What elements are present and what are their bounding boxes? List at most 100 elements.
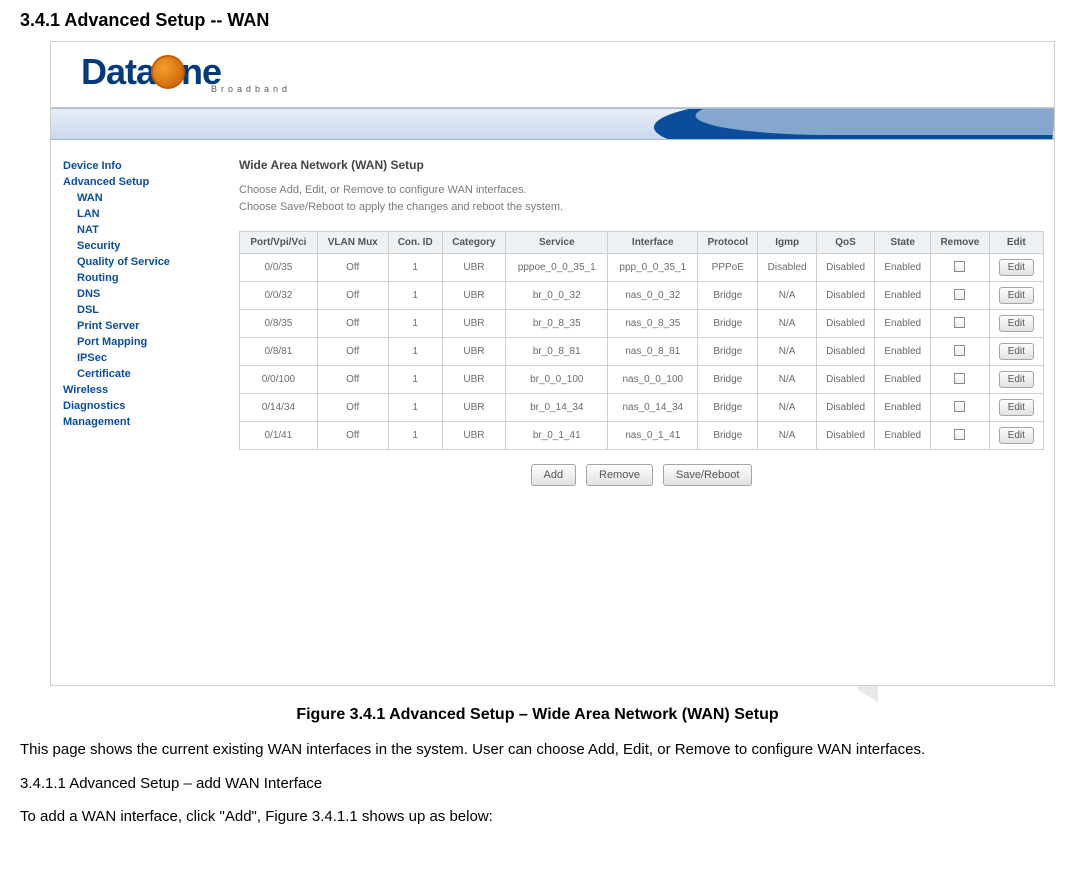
table-cell: Disabled [816,394,874,422]
edit-button[interactable]: Edit [999,287,1034,304]
sidebar-item-advanced-setup[interactable]: Advanced Setup [63,174,221,190]
remove-checkbox[interactable] [954,261,965,272]
table-cell: Enabled [875,394,931,422]
remove-checkbox-cell [931,338,989,366]
table-cell: N/A [758,338,816,366]
remove-checkbox[interactable] [954,317,965,328]
table-cell: 0/8/81 [240,338,318,366]
sidebar-item-lan[interactable]: LAN [63,206,221,222]
remove-checkbox-cell [931,254,989,282]
edit-button[interactable]: Edit [999,399,1034,416]
save-reboot-button[interactable]: Save/Reboot [663,464,753,486]
edit-button-cell: Edit [989,310,1043,338]
sidebar-item-quality-of-service[interactable]: Quality of Service [63,254,221,270]
table-cell: 0/0/32 [240,282,318,310]
column-header: VLAN Mux [317,232,388,254]
sidebar-item-dsl[interactable]: DSL [63,302,221,318]
banner: Data ne Broadband [51,42,1054,108]
remove-checkbox-cell [931,394,989,422]
edit-button-cell: Edit [989,338,1043,366]
sidebar-item-wireless[interactable]: Wireless [63,382,221,398]
table-cell: Bridge [698,310,758,338]
body-paragraph-2: 3.4.1.1 Advanced Setup – add WAN Interfa… [20,774,1055,794]
edit-button[interactable]: Edit [999,315,1034,332]
header-stripe [51,108,1054,140]
edit-button[interactable]: Edit [999,427,1034,444]
table-cell: Disabled [816,282,874,310]
column-header: Category [442,232,505,254]
column-header: QoS [816,232,874,254]
sidebar-item-wan[interactable]: WAN [63,190,221,206]
remove-checkbox[interactable] [954,429,965,440]
column-header: State [875,232,931,254]
table-cell: 1 [388,394,442,422]
sidebar-item-print-server[interactable]: Print Server [63,318,221,334]
edit-button[interactable]: Edit [999,371,1034,388]
sidebar: Device InfoAdvanced SetupWANLANNATSecuri… [51,158,221,486]
table-cell: Enabled [875,422,931,450]
column-header: Protocol [698,232,758,254]
table-cell: 1 [388,338,442,366]
sidebar-item-diagnostics[interactable]: Diagnostics [63,398,221,414]
logo-subtitle: Broadband [211,84,291,94]
column-header: Edit [989,232,1043,254]
remove-checkbox[interactable] [954,401,965,412]
table-cell: UBR [442,254,505,282]
table-cell: N/A [758,394,816,422]
column-header: Con. ID [388,232,442,254]
sidebar-item-dns[interactable]: DNS [63,286,221,302]
table-cell: N/A [758,282,816,310]
sidebar-item-routing[interactable]: Routing [63,270,221,286]
edit-button[interactable]: Edit [999,259,1034,276]
remove-checkbox[interactable] [954,289,965,300]
logo-text-left: Data [81,51,155,93]
edit-button-cell: Edit [989,422,1043,450]
content-title: Wide Area Network (WAN) Setup [239,158,1044,172]
edit-button[interactable]: Edit [999,343,1034,360]
section-heading: 3.4.1 Advanced Setup -- WAN [20,10,1055,31]
edit-button-cell: Edit [989,254,1043,282]
wan-table-header-row: Port/Vpi/VciVLAN MuxCon. IDCategoryServi… [240,232,1044,254]
sidebar-item-ipsec[interactable]: IPSec [63,350,221,366]
figure-caption: Figure 3.4.1 Advanced Setup – Wide Area … [20,706,1055,724]
body-paragraph-3: To add a WAN interface, click "Add", Fig… [20,807,1055,827]
sidebar-item-security[interactable]: Security [63,238,221,254]
sidebar-item-management[interactable]: Management [63,414,221,430]
table-cell: UBR [442,282,505,310]
table-row: 0/8/35Off1UBRbr_0_8_35nas_0_8_35BridgeN/… [240,310,1044,338]
remove-checkbox[interactable] [954,373,965,384]
table-cell: 1 [388,254,442,282]
remove-checkbox[interactable] [954,345,965,356]
table-row: 0/0/35Off1UBRpppoe_0_0_35_1ppp_0_0_35_1P… [240,254,1044,282]
logo: Data ne [81,50,221,98]
table-row: 0/0/100Off1UBRbr_0_0_100nas_0_0_100Bridg… [240,366,1044,394]
sidebar-item-certificate[interactable]: Certificate [63,366,221,382]
table-row: 0/1/41Off1UBRbr_0_1_41nas_0_1_41BridgeN/… [240,422,1044,450]
app-body: Device InfoAdvanced SetupWANLANNATSecuri… [51,140,1054,486]
table-cell: 1 [388,422,442,450]
sidebar-item-device-info[interactable]: Device Info [63,158,221,174]
table-cell: Off [317,394,388,422]
table-cell: Bridge [698,422,758,450]
table-cell: Enabled [875,338,931,366]
sidebar-item-port-mapping[interactable]: Port Mapping [63,334,221,350]
screenshot-container: Data ne Broadband Device InfoAdvanced Se… [50,41,1055,686]
table-cell: Off [317,338,388,366]
table-cell: Bridge [698,338,758,366]
edit-button-cell: Edit [989,282,1043,310]
table-cell: 1 [388,366,442,394]
table-cell: nas_0_8_81 [608,338,698,366]
add-button[interactable]: Add [531,464,577,486]
table-row: 0/14/34Off1UBRbr_0_14_34nas_0_14_34Bridg… [240,394,1044,422]
table-cell: Disabled [816,254,874,282]
table-row: 0/8/81Off1UBRbr_0_8_81nas_0_8_81BridgeN/… [240,338,1044,366]
table-cell: pppoe_0_0_35_1 [506,254,608,282]
table-cell: Disabled [816,366,874,394]
table-cell: Off [317,254,388,282]
remove-button[interactable]: Remove [586,464,653,486]
remove-checkbox-cell [931,310,989,338]
table-cell: Enabled [875,254,931,282]
table-cell: UBR [442,366,505,394]
sidebar-item-nat[interactable]: NAT [63,222,221,238]
table-cell: nas_0_1_41 [608,422,698,450]
